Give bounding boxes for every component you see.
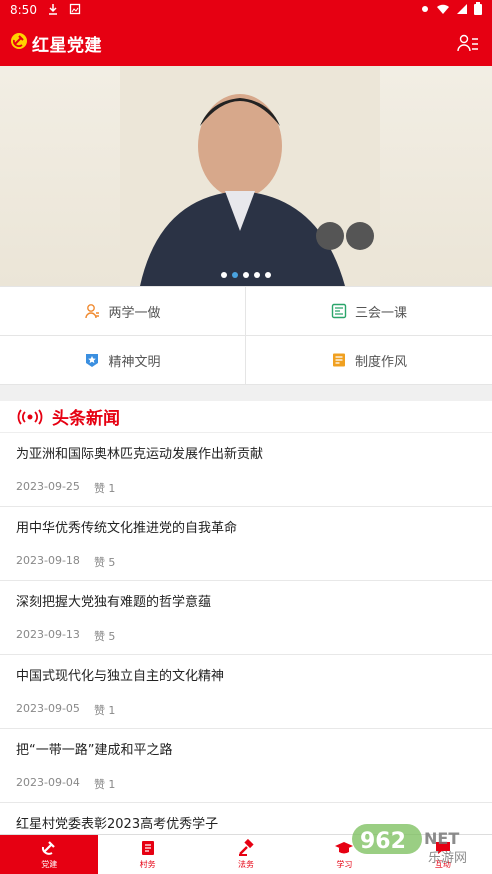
status-time: 8:50 (10, 3, 37, 17)
menu-label: 三会一课 (354, 305, 407, 321)
battery-icon (474, 2, 482, 18)
headline-news-header: 头条新闻 (0, 401, 492, 433)
news-date: 2023-09-05 (16, 702, 80, 715)
menu-item-two-studies[interactable]: 两学一做 (0, 287, 246, 336)
news-item[interactable]: 深刻把握大党独有难题的哲学意蕴 2023-09-13 赞 5 (0, 581, 492, 655)
gavel-icon (239, 839, 254, 856)
wifi-icon (436, 3, 450, 18)
menu-item-three-meetings[interactable]: 三会一课 (246, 287, 492, 336)
download-icon (47, 3, 59, 18)
quick-menu: 两学一做 三会一课 精神文明 制度作风 (0, 286, 492, 385)
banner-photo (120, 66, 380, 286)
menu-label: 两学一做 (108, 305, 161, 321)
user-profile-button[interactable] (454, 29, 482, 57)
news-likes: 赞 1 (93, 778, 116, 791)
news-item[interactable]: 用中华优秀传统文化推进党的自我革命 2023-09-18 赞 5 (0, 507, 492, 581)
carousel-dot[interactable] (221, 272, 227, 278)
app-title: 红星党建 (32, 35, 102, 56)
menu-label: 精神文明 (108, 354, 161, 370)
carousel-dots (0, 272, 492, 278)
carousel-dot[interactable] (265, 272, 271, 278)
notebook-icon (141, 841, 154, 855)
hammer-sickle-icon (42, 841, 55, 855)
news-likes: 赞 1 (93, 482, 116, 495)
menu-item-spiritual-civilization[interactable]: 精神文明 (0, 336, 246, 385)
watermark-logo: 962 NET 乐游网 (352, 822, 484, 866)
news-list: 为亚洲和国际奥林匹克运动发展作出新贡献 2023-09-25 赞 1 用中华优秀… (0, 433, 492, 843)
tab-party-building[interactable]: 党建 (0, 835, 99, 874)
rules-icon (332, 353, 345, 367)
news-title: 中国式现代化与独立自主的文化精神 (16, 669, 225, 684)
status-bar: 8:50 (0, 0, 492, 20)
banner-carousel[interactable] (0, 66, 492, 286)
news-title: 为亚洲和国际奥林匹克运动发展作出新贡献 (16, 447, 264, 462)
news-title: 把“一带一路”建成和平之路 (16, 743, 173, 758)
news-item[interactable]: 中国式现代化与独立自主的文化精神 2023-09-05 赞 1 (0, 655, 492, 729)
svg-text:NET: NET (424, 829, 459, 848)
tab-village-affairs[interactable]: 村务 (98, 835, 196, 874)
tab-label: 党建 (41, 860, 58, 869)
signal-icon (456, 3, 468, 18)
news-item[interactable]: 把“一带一路”建成和平之路 2023-09-04 赞 1 (0, 729, 492, 803)
settings-dot-icon (420, 3, 430, 17)
app-header: 红星党建 (0, 20, 492, 66)
section-divider (0, 385, 492, 401)
tab-legal-affairs[interactable]: 法务 (197, 835, 295, 874)
app-notification-icon (69, 3, 81, 18)
broadcast-icon (17, 408, 43, 425)
carousel-dot-active[interactable] (232, 272, 238, 278)
news-date: 2023-09-25 (16, 480, 80, 493)
tab-label: 法务 (238, 860, 255, 869)
news-item[interactable]: 为亚洲和国际奥林匹克运动发展作出新贡献 2023-09-25 赞 1 (0, 433, 492, 507)
carousel-dot[interactable] (243, 272, 249, 278)
section-title: 头条新闻 (52, 409, 120, 429)
menu-label: 制度作风 (354, 354, 407, 370)
news-likes: 赞 1 (93, 704, 116, 717)
hammer-sickle-icon (10, 32, 28, 54)
news-likes: 赞 5 (93, 630, 116, 643)
news-likes: 赞 5 (93, 556, 116, 569)
news-date: 2023-09-04 (16, 776, 80, 789)
news-date: 2023-09-13 (16, 628, 80, 641)
star-badge-icon (86, 354, 99, 367)
news-title: 深刻把握大党独有难题的哲学意蕴 (16, 595, 212, 610)
menu-item-system-style[interactable]: 制度作风 (246, 336, 492, 385)
svg-text:乐游网: 乐游网 (428, 851, 467, 866)
svg-text:962: 962 (360, 829, 406, 854)
tab-label: 村务 (139, 860, 156, 869)
document-icon (331, 303, 347, 319)
person-icon (85, 304, 100, 319)
carousel-dot[interactable] (254, 272, 260, 278)
news-date: 2023-09-18 (16, 554, 80, 567)
tab-label: 学习 (336, 860, 353, 869)
user-list-icon (457, 34, 478, 52)
news-title: 用中华优秀传统文化推进党的自我革命 (16, 521, 238, 536)
